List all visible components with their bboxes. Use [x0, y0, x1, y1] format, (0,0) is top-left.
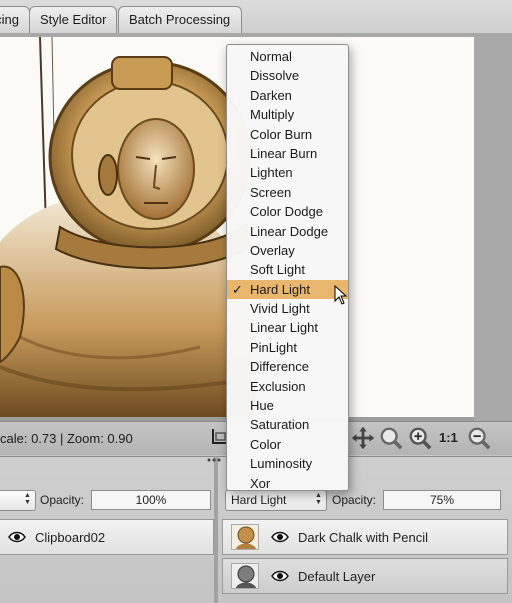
layer-row[interactable]: Default Layer [222, 558, 508, 594]
menu-item-label: Saturation [250, 417, 310, 433]
menu-item[interactable]: Saturation [227, 415, 348, 434]
menu-item-label: Soft Light [250, 262, 305, 278]
menu-item-label: PinLight [250, 339, 297, 355]
menu-item-label: Multiply [250, 107, 295, 123]
menu-item-label: Vivid Light [250, 301, 310, 317]
left-opacity-field[interactable]: 100% [91, 490, 211, 510]
right-pane-controls: Hard Light ▲ ▼ Opacity: 75% [218, 490, 512, 514]
opacity-label: Opacity: [332, 493, 377, 507]
menu-item[interactable]: Color [227, 435, 348, 454]
eye-visibility-icon[interactable] [271, 569, 289, 583]
layer-thumbnail [231, 524, 259, 550]
menu-item-label: Exclusion [250, 378, 306, 394]
menu-item-label: Color Burn [250, 126, 313, 142]
zoom-out-icon[interactable] [466, 426, 492, 450]
menu-item[interactable]: Multiply [227, 105, 348, 124]
menu-item[interactable]: Dissolve [227, 66, 348, 85]
menu-item[interactable]: Color Burn [227, 125, 348, 144]
zoom-actual-size-button[interactable]: 1:1 [439, 430, 458, 445]
menu-item-label: Xor [250, 475, 271, 491]
menu-item[interactable]: Linear Light [227, 318, 348, 337]
menu-item[interactable]: Overlay [227, 241, 348, 260]
menu-item[interactable]: Difference [227, 357, 348, 376]
menu-item-label: Color Dodge [250, 204, 323, 220]
menu-item-label: Luminosity [250, 456, 313, 472]
menu-item-label: Lighten [250, 165, 293, 181]
menu-item[interactable]: PinLight [227, 338, 348, 357]
splitter-grip-icon[interactable] [206, 457, 226, 463]
menu-item[interactable]: Hue [227, 396, 348, 415]
layer-row[interactable]: Dark Chalk with Pencil [222, 519, 508, 555]
blend-mode-stepper-icon[interactable]: ▲ ▼ [313, 492, 324, 508]
menu-item-label: Darken [250, 87, 292, 103]
layer-name: Default Layer [298, 569, 376, 584]
menu-item[interactable]: Vivid Light [227, 299, 348, 318]
menu-item-label: Linear Light [250, 320, 318, 336]
left-opacity-label: Opacity: [40, 493, 85, 507]
tab-strip: cing Style Editor Batch Processing [0, 0, 512, 33]
zoom-icon[interactable] [378, 426, 404, 450]
opacity-field[interactable]: 75% [383, 490, 501, 510]
layer-name: Dark Chalk with Pencil [298, 530, 429, 545]
mouse-pointer-icon [334, 285, 348, 305]
menu-item[interactable]: Normal [227, 47, 348, 66]
menu-item[interactable]: Soft Light [227, 260, 348, 279]
move-pan-icon[interactable] [350, 426, 376, 450]
menu-item-label: Linear Dodge [250, 223, 329, 239]
left-layers-pane: ▲ ▼ Opacity: 100% Clipboard02 [0, 456, 214, 603]
left-layer-row[interactable]: Clipboard02 [0, 519, 214, 555]
scale-zoom-readout: cale: 0.73 | Zoom: 0.90 [0, 431, 133, 446]
left-blend-stepper-icon[interactable]: ▲ ▼ [22, 492, 33, 508]
blend-mode-menu: Normal Dissolve Darken Multiply Color Burn Li… [226, 44, 349, 491]
checkmark-icon: ✓ [232, 281, 243, 297]
layer-name: Clipboard02 [35, 530, 106, 545]
menu-item[interactable]: Color Dodge [227, 202, 348, 221]
menu-item-label: Linear Burn [250, 145, 318, 161]
menu-item[interactable]: Exclusion [227, 377, 348, 396]
left-pane-controls: ▲ ▼ Opacity: 100% [0, 490, 214, 514]
zoom-in-icon[interactable] [407, 426, 433, 450]
menu-item[interactable]: Luminosity [227, 454, 348, 473]
menu-item-label: Overlay [250, 242, 295, 258]
blend-mode-select[interactable]: Hard Light [225, 490, 327, 511]
layer-thumbnail [231, 563, 259, 589]
menu-item-label: Color [250, 436, 282, 452]
menu-item-label: Hard Light [250, 281, 310, 297]
menu-item-label: Screen [250, 184, 292, 200]
menu-item[interactable]: Linear Dodge [227, 222, 348, 241]
menu-item[interactable]: Screen [227, 183, 348, 202]
tab-style-editor[interactable]: Style Editor [29, 6, 117, 33]
tab-processing[interactable]: cing [0, 6, 30, 33]
menu-item-label: Difference [250, 359, 310, 375]
menu-item[interactable]: Lighten [227, 163, 348, 182]
right-side-panel [474, 33, 512, 421]
menu-item-label: Dissolve [250, 68, 300, 84]
menu-item-label: Hue [250, 398, 274, 414]
eye-visibility-icon[interactable] [8, 530, 26, 544]
eye-visibility-icon[interactable] [271, 530, 289, 544]
menu-item[interactable]: Linear Burn [227, 144, 348, 163]
tab-batch-processing[interactable]: Batch Processing [118, 6, 242, 33]
menu-item[interactable]: ✓ Hard Light [227, 279, 348, 300]
menu-item[interactable]: Xor [227, 474, 348, 493]
menu-item[interactable]: Darken [227, 86, 348, 105]
menu-item-label: Normal [250, 49, 292, 64]
